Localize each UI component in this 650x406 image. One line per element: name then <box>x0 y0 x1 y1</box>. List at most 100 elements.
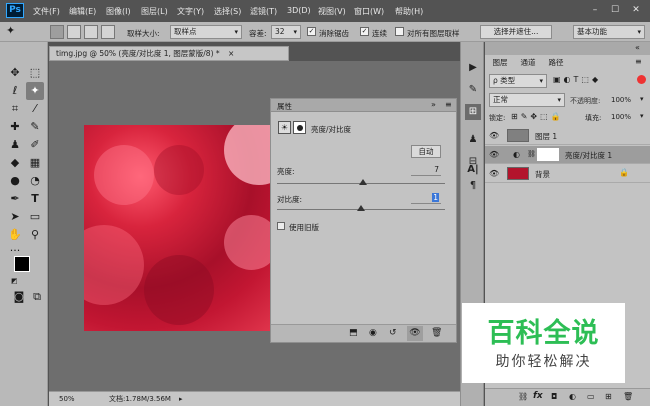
tab-paths[interactable]: 路径 <box>543 56 569 69</box>
eyedropper-tool-icon[interactable]: ⁄ <box>26 100 44 118</box>
menu-image[interactable]: 图像(I) <box>106 6 131 17</box>
new-layer-icon[interactable]: ⊞ <box>605 392 612 401</box>
all-layers-checkbox[interactable] <box>395 27 404 36</box>
layer-mask-icon[interactable] <box>293 121 306 134</box>
use-legacy-checkbox[interactable] <box>277 222 285 230</box>
clone-stamp-icon[interactable]: ♟ <box>6 136 24 154</box>
link-layers-icon[interactable]: ⛓ <box>518 392 528 401</box>
default-colors-icon[interactable]: ◩ <box>11 277 18 285</box>
menu-file[interactable]: 文件(F) <box>33 6 60 17</box>
filter-toggle-icon[interactable] <box>637 75 646 84</box>
healing-brush-icon[interactable]: ✚ <box>6 118 24 136</box>
menu-filter[interactable]: 滤镜(T) <box>250 6 277 17</box>
close-document-icon[interactable]: × <box>228 49 234 58</box>
add-selection-icon[interactable] <box>67 25 81 39</box>
layer-visibility-icon[interactable]: 👁 <box>489 131 499 140</box>
add-mask-icon[interactable]: ◘ <box>551 392 557 401</box>
document-image[interactable] <box>84 125 272 331</box>
contiguous-checkbox[interactable]: ✓ <box>360 27 369 36</box>
paragraph-icon[interactable]: ¶ <box>465 178 481 194</box>
new-adjustment-icon[interactable]: ◐ <box>569 392 576 401</box>
layer-kind-filter[interactable]: ρ 类型 <box>489 74 547 88</box>
clone-source-icon[interactable]: ♟ <box>465 132 481 148</box>
minimize-button[interactable]: – <box>586 2 604 18</box>
status-arrow-icon[interactable]: ▸ <box>179 392 183 406</box>
history-brush-icon[interactable]: ✐ <box>26 136 44 154</box>
delete-icon[interactable]: 🗑 <box>431 328 442 338</box>
fill-value[interactable]: 100% <box>611 113 631 121</box>
auto-button[interactable]: 自动 <box>411 145 441 158</box>
lasso-tool-icon[interactable]: ℓ <box>6 82 24 100</box>
brush-settings-icon[interactable]: ✎ <box>465 82 481 98</box>
panel-menu-icon[interactable]: ≡ <box>445 100 452 109</box>
contrast-value-field[interactable]: 1 <box>411 193 441 204</box>
screen-mode-icon[interactable]: ⧉ <box>28 288 46 306</box>
zoom-level[interactable]: 50% <box>59 392 75 406</box>
sample-size-select[interactable]: 取样点 <box>170 25 242 39</box>
brightness-value-field[interactable]: 7 <box>411 165 441 176</box>
layer-row[interactable]: 👁 背景 🔒 <box>485 165 650 183</box>
layer-row[interactable]: 👁 图层 1 <box>485 127 650 145</box>
marquee-tool-icon[interactable]: ⬚ <box>26 64 44 82</box>
menu-window[interactable]: 窗口(W) <box>354 6 384 17</box>
menu-help[interactable]: 帮助(H) <box>395 6 423 17</box>
gradient-tool-icon[interactable]: ▦ <box>26 154 44 172</box>
menu-view[interactable]: 视图(V) <box>318 6 346 17</box>
layer-visibility-icon[interactable]: 👁 <box>489 150 499 159</box>
fx-icon[interactable]: fx <box>533 391 543 401</box>
opacity-dropdown-icon[interactable]: ▾ <box>640 95 644 103</box>
pen-tool-icon[interactable]: ✒ <box>6 190 24 208</box>
maximize-button[interactable]: ☐ <box>606 2 624 18</box>
layer-mask-thumbnail[interactable] <box>537 148 559 161</box>
collapse-panel-icon[interactable]: » <box>431 100 436 109</box>
select-and-mask-button[interactable]: 选择并遮住... <box>480 25 552 39</box>
opacity-value[interactable]: 100% <box>611 96 631 104</box>
new-group-icon[interactable]: ▭ <box>587 392 595 401</box>
visibility-icon[interactable]: 👁 <box>407 326 423 341</box>
fill-dropdown-icon[interactable]: ▾ <box>640 112 644 120</box>
magic-wand-tool-icon[interactable]: ✦ <box>26 82 44 100</box>
dodge-tool-icon[interactable]: ◔ <box>26 172 44 190</box>
quick-mask-icon[interactable]: ◙ <box>10 288 28 306</box>
brush-tool-icon[interactable]: ✎ <box>26 118 44 136</box>
menu-layer[interactable]: 图层(L) <box>141 6 168 17</box>
eraser-tool-icon[interactable]: ◆ <box>6 154 24 172</box>
layer-visibility-icon[interactable]: 👁 <box>489 169 499 178</box>
clip-to-layer-icon[interactable]: ⬒ <box>349 328 358 338</box>
move-tool-icon[interactable]: ✥ <box>6 64 24 82</box>
document-tab[interactable]: timg.jpg @ 50% (亮度/对比度 1, 图层蒙版/8) * × <box>49 46 289 61</box>
blur-tool-icon[interactable]: ● <box>6 172 24 190</box>
menu-edit[interactable]: 编辑(E) <box>69 6 96 17</box>
subtract-selection-icon[interactable] <box>84 25 98 39</box>
character-icon[interactable]: A| <box>465 162 481 178</box>
brightness-slider-thumb[interactable] <box>358 179 367 185</box>
tab-channels[interactable]: 通道 <box>515 56 541 69</box>
new-selection-icon[interactable] <box>50 25 64 39</box>
zoom-tool-icon[interactable]: ⚲ <box>26 226 44 244</box>
menu-3d[interactable]: 3D(D) <box>287 6 311 15</box>
view-previous-icon[interactable]: ◉ <box>369 328 377 338</box>
tab-layers[interactable]: 图层 <box>487 56 513 69</box>
layers-menu-icon[interactable]: ≡ <box>635 57 642 66</box>
close-window-button[interactable]: ✕ <box>626 2 646 18</box>
crop-tool-icon[interactable]: ⌗ <box>6 100 24 118</box>
delete-layer-icon[interactable]: 🗑 <box>623 392 633 401</box>
workspace-select[interactable]: 基本功能 <box>573 25 645 39</box>
antialias-checkbox[interactable]: ✓ <box>307 27 316 36</box>
link-icon[interactable]: ⛓ <box>527 150 536 158</box>
menu-select[interactable]: 选择(S) <box>214 6 241 17</box>
layer-row-selected[interactable]: 👁 ◐ ⛓ 亮度/对比度 1 <box>485 146 650 164</box>
magic-wand-icon[interactable]: ✦ <box>6 24 15 37</box>
play-icon[interactable]: ▶ <box>465 60 481 76</box>
reset-icon[interactable]: ↺ <box>389 328 397 338</box>
properties-panel-icon[interactable]: ⊞ <box>465 104 481 120</box>
path-selection-icon[interactable]: ➤ <box>6 208 24 226</box>
lock-icons[interactable]: ⊞✎✥⬚🔒 <box>511 112 564 121</box>
filter-icons[interactable]: ▣◐T⬚◆ <box>553 75 601 84</box>
rectangle-tool-icon[interactable]: ▭ <box>26 208 44 226</box>
panel-collapse-icon[interactable]: « <box>635 43 640 52</box>
type-tool-icon[interactable]: T <box>26 190 44 208</box>
intersect-selection-icon[interactable] <box>101 25 115 39</box>
tolerance-input[interactable]: 32 <box>271 25 301 39</box>
menu-type[interactable]: 文字(Y) <box>177 6 204 17</box>
